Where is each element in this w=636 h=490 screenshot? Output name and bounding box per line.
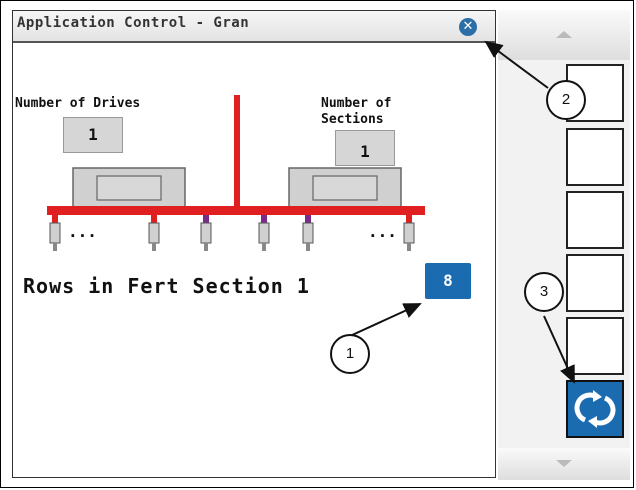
callout-1: 1 [330,334,370,374]
callout-2: 2 [546,80,586,120]
callout-arrows [349,40,575,384]
arrow-3 [543,315,575,384]
arrow-1 [349,303,422,337]
arrow-2 [484,40,549,89]
callout-3: 3 [524,272,564,312]
